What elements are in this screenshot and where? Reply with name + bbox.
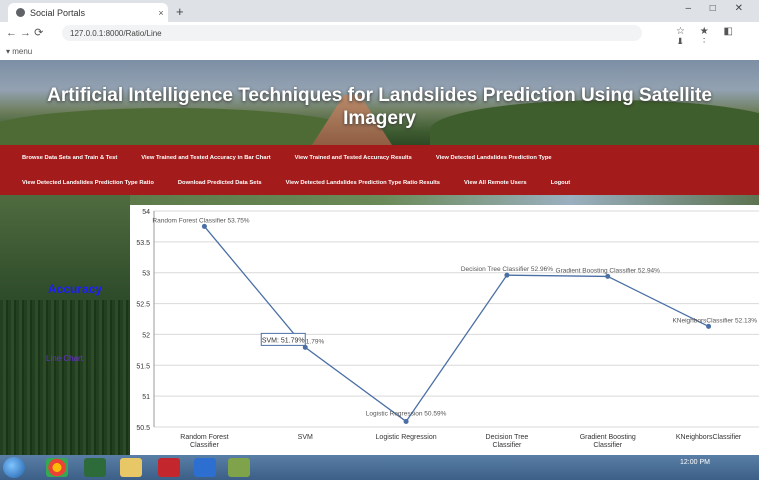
y-tick-label: 51.5 bbox=[136, 363, 150, 370]
x-tick-label: SVM bbox=[298, 434, 313, 441]
nav-link-prediction-ratio[interactable]: View Detected Landslides Prediction Type… bbox=[0, 180, 154, 186]
y-tick-label: 53.5 bbox=[136, 240, 150, 247]
data-point bbox=[403, 418, 409, 424]
clock: 12:00 PM bbox=[680, 459, 710, 466]
data-point bbox=[201, 223, 207, 229]
chart-container: 50.5 51 51.5 52 52.5 53 53.5 54 Random Forest Cla… bbox=[130, 205, 759, 455]
x-tick-label: Logistic Regression bbox=[376, 434, 437, 441]
data-point bbox=[605, 273, 611, 279]
x-tick-label: Gradient Boosting bbox=[580, 434, 636, 441]
nav-link-accuracy-bar-chart[interactable]: View Trained and Tested Accuracy in Bar … bbox=[117, 155, 270, 161]
y-tick-label: 50.5 bbox=[136, 425, 150, 432]
app-icon[interactable] bbox=[84, 458, 106, 477]
page-title-line1: Artificial Intelligence Techniques for L… bbox=[47, 85, 712, 106]
new-tab-button[interactable]: + bbox=[176, 4, 184, 19]
chart-top-strip bbox=[130, 195, 759, 205]
nav-row-1: Browse Data Sets and Train & Test View T… bbox=[0, 145, 759, 170]
start-button-icon[interactable] bbox=[3, 457, 25, 478]
nav-link-prediction-type[interactable]: View Detected Landslides Prediction Type bbox=[412, 155, 552, 161]
nav-link-ratio-results[interactable]: View Detected Landslides Prediction Type… bbox=[262, 180, 440, 186]
x-tick-label: Classifier bbox=[493, 442, 522, 449]
nav-link-remote-users[interactable]: View All Remote Users bbox=[440, 180, 527, 186]
window-controls[interactable]: – □ ✕ bbox=[685, 3, 751, 14]
line-chart-link[interactable]: Line Chart bbox=[46, 354, 83, 363]
y-tick-label: 52 bbox=[142, 332, 150, 339]
browser-tab[interactable]: Social Portals × bbox=[8, 3, 168, 22]
line-chart: 50.55151.55252.55353.554Random ForestCla… bbox=[136, 209, 759, 449]
x-tick-label: Decision Tree bbox=[486, 434, 529, 441]
page-title-line2: Imagery bbox=[343, 108, 416, 129]
tooltip-text: SVM: 51.79% bbox=[262, 337, 305, 344]
editor-icon[interactable] bbox=[194, 458, 216, 477]
nav-link-logout[interactable]: Logout bbox=[527, 180, 571, 186]
folder-icon[interactable] bbox=[120, 458, 142, 477]
y-tick-label: 52.5 bbox=[136, 302, 150, 309]
data-point bbox=[706, 323, 712, 329]
bookmark-item[interactable]: ▾ menu bbox=[6, 47, 32, 56]
nav-row-2: View Detected Landslides Prediction Type… bbox=[0, 170, 759, 195]
pdf-icon[interactable] bbox=[158, 458, 180, 477]
page-title: Artificial Intelligence Techniques for L… bbox=[0, 84, 759, 130]
nav-link-browse-datasets[interactable]: Browse Data Sets and Train & Test bbox=[0, 155, 117, 161]
nav-link-download-data[interactable]: Download Predicted Data Sets bbox=[154, 180, 262, 186]
address-text: 127.0.0.1:8000/Ratio/Line bbox=[70, 28, 162, 38]
series-line bbox=[203, 226, 709, 423]
nav-link-accuracy-results[interactable]: View Trained and Tested Accuracy Results bbox=[271, 155, 412, 161]
bookmarks-bar bbox=[0, 44, 759, 61]
x-tick-label: Classifier bbox=[593, 442, 622, 449]
data-label: Logistic Regression 50.59% bbox=[366, 410, 447, 417]
x-tick-label: Random Forest bbox=[180, 434, 228, 441]
x-tick-label: Classifier bbox=[190, 442, 219, 449]
data-label: KNeighborsClassifier 52.13% bbox=[672, 317, 757, 324]
tool-icon[interactable] bbox=[228, 458, 250, 477]
tab-title: Social Portals bbox=[30, 7, 86, 18]
taskbar bbox=[0, 455, 759, 480]
tab-close-icon[interactable]: × bbox=[154, 8, 168, 18]
data-label: Decision Tree Classifier 52.96% bbox=[461, 266, 553, 273]
data-label: Gradient Boosting Classifier 52.94% bbox=[556, 267, 661, 274]
y-tick-label: 51 bbox=[142, 394, 150, 401]
accuracy-link[interactable]: Accuracy bbox=[48, 282, 102, 296]
x-tick-label: KNeighborsClassifier bbox=[676, 434, 742, 441]
address-bar[interactable]: 127.0.0.1:8000/Ratio/Line bbox=[62, 25, 642, 41]
y-tick-label: 53 bbox=[142, 271, 150, 278]
nav-buttons-icon[interactable]: ← → ⟳ bbox=[6, 26, 43, 39]
favicon-icon bbox=[16, 8, 25, 17]
data-label: Random Forest Classifier 53.75% bbox=[152, 217, 249, 224]
y-tick-label: 54 bbox=[142, 209, 150, 216]
data-point bbox=[504, 272, 510, 278]
chrome-icon[interactable] bbox=[46, 458, 68, 477]
forest-texture bbox=[0, 300, 130, 455]
